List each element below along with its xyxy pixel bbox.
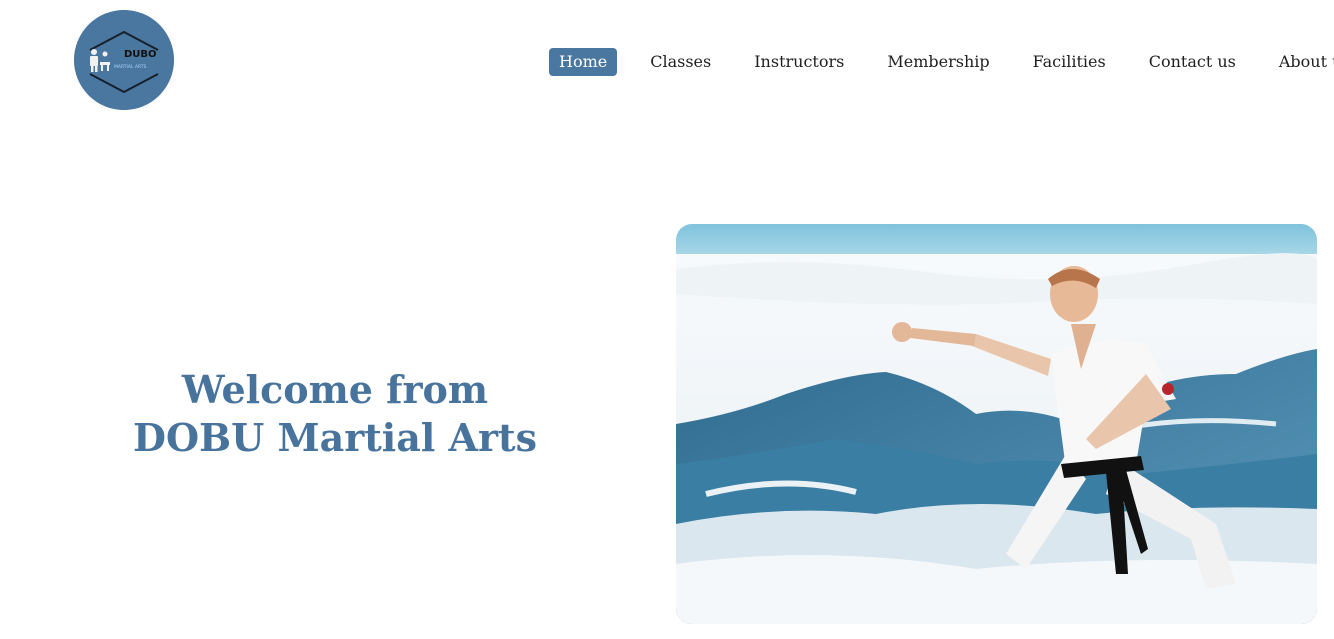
logo-subtext: MARTIAL ARTS — [114, 64, 146, 70]
nav-facilities[interactable]: Facilities — [1023, 48, 1116, 76]
nav-home[interactable]: Home — [549, 48, 618, 76]
site-logo[interactable]: DUBO MARTIAL ARTS — [74, 10, 174, 110]
hero-title: Welcome from DOBU Martial Arts — [100, 366, 570, 462]
karate-snow-photo — [676, 224, 1317, 624]
hero-title-line2: DOBU Martial Arts — [133, 415, 537, 460]
nav-about-us[interactable]: About us — [1269, 48, 1334, 76]
nav-instructors[interactable]: Instructors — [744, 48, 854, 76]
nav-classes[interactable]: Classes — [640, 48, 721, 76]
hero-image — [676, 224, 1317, 624]
nav-membership[interactable]: Membership — [877, 48, 999, 76]
nav-contact-us[interactable]: Contact us — [1139, 48, 1246, 76]
main-nav: Home Classes Instructors Membership Faci… — [549, 48, 1334, 76]
logo-emblem: DUBO MARTIAL ARTS — [74, 10, 174, 110]
hero-title-line1: Welcome from — [181, 367, 489, 412]
logo-text: DUBO — [124, 49, 157, 60]
